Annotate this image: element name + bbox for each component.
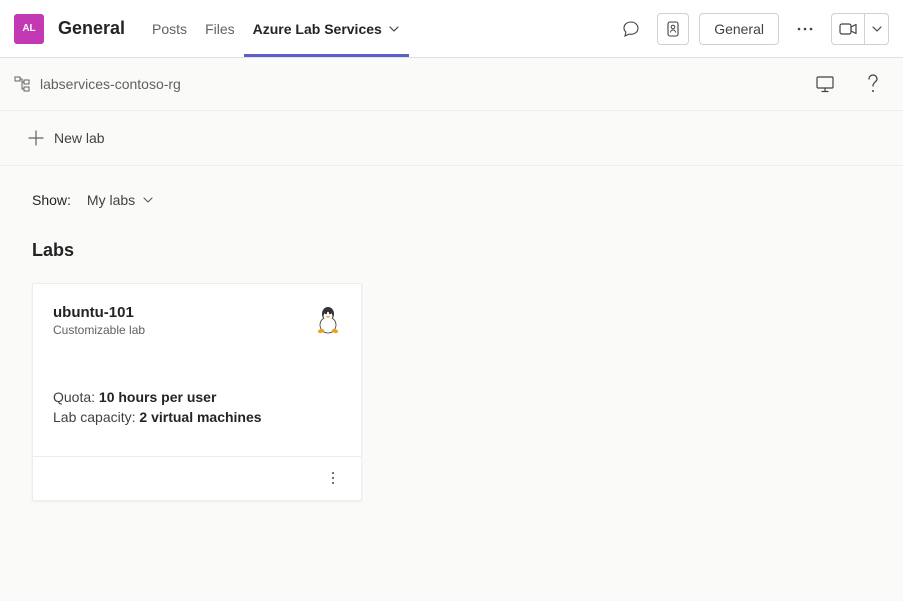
- plus-icon: [28, 130, 44, 146]
- tab-azure-lab-services[interactable]: Azure Lab Services: [244, 0, 409, 57]
- teams-header: AL General Posts Files Azure Lab Service…: [0, 0, 903, 58]
- hierarchy-icon: [14, 76, 30, 92]
- general-button[interactable]: General: [699, 13, 779, 45]
- lab-subtitle: Customizable lab: [53, 323, 145, 337]
- card-titles: ubuntu-101 Customizable lab: [53, 304, 145, 337]
- linux-icon: [315, 304, 341, 334]
- card-body: ubuntu-101 Customizable lab: [33, 284, 361, 456]
- capacity-line: Lab capacity: 2 virtual machines: [53, 407, 341, 427]
- chevron-down-icon: [388, 23, 400, 35]
- card-footer: [33, 456, 361, 500]
- team-avatar[interactable]: AL: [14, 14, 44, 44]
- quota-label: Quota:: [53, 389, 99, 405]
- lab-card[interactable]: ubuntu-101 Customizable lab: [32, 283, 362, 501]
- breadcrumb-text[interactable]: labservices-contoso-rg: [40, 76, 181, 92]
- header-right: General: [615, 13, 889, 45]
- new-lab-button[interactable]: New lab: [28, 130, 105, 146]
- filter-row: Show: My labs: [32, 188, 871, 212]
- app-subheader: labservices-contoso-rg: [0, 58, 903, 110]
- reply-icon[interactable]: [615, 13, 647, 45]
- tab-label: Azure Lab Services: [253, 21, 382, 37]
- virtual-machines-icon[interactable]: [809, 68, 841, 100]
- meet-button-group: [831, 13, 889, 45]
- app-content: labservices-contoso-rg New lab Show: My …: [0, 58, 903, 601]
- header-left: AL General Posts Files Azure Lab Service…: [14, 0, 409, 57]
- card-more-button[interactable]: [319, 464, 347, 492]
- more-options-icon[interactable]: [789, 13, 821, 45]
- notes-icon[interactable]: [657, 13, 689, 45]
- breadcrumb: labservices-contoso-rg: [14, 76, 181, 92]
- help-icon[interactable]: [857, 68, 889, 100]
- tab-posts[interactable]: Posts: [143, 0, 196, 57]
- filter-value-text: My labs: [87, 192, 135, 208]
- quota-line: Quota: 10 hours per user: [53, 387, 341, 407]
- section-title: Labs: [32, 240, 871, 261]
- card-meta: Quota: 10 hours per user Lab capacity: 2…: [53, 387, 341, 428]
- capacity-label: Lab capacity:: [53, 409, 139, 425]
- toolbar: New lab: [0, 110, 903, 166]
- camera-icon[interactable]: [832, 14, 864, 44]
- main-area: Show: My labs Labs ubuntu-101 Customizab…: [0, 166, 903, 523]
- channel-name: General: [58, 18, 125, 39]
- tab-files[interactable]: Files: [196, 0, 244, 57]
- subheader-right: [809, 68, 889, 100]
- chevron-down-icon: [143, 197, 153, 203]
- filter-dropdown[interactable]: My labs: [77, 188, 163, 212]
- quota-value: 10 hours per user: [99, 389, 217, 405]
- new-lab-label: New lab: [54, 130, 105, 146]
- capacity-value: 2 virtual machines: [139, 409, 261, 425]
- lab-title: ubuntu-101: [53, 304, 145, 321]
- card-top: ubuntu-101 Customizable lab: [53, 304, 341, 337]
- filter-label: Show:: [32, 192, 71, 208]
- meet-dropdown[interactable]: [864, 14, 888, 44]
- tabs: Posts Files Azure Lab Services: [143, 0, 409, 57]
